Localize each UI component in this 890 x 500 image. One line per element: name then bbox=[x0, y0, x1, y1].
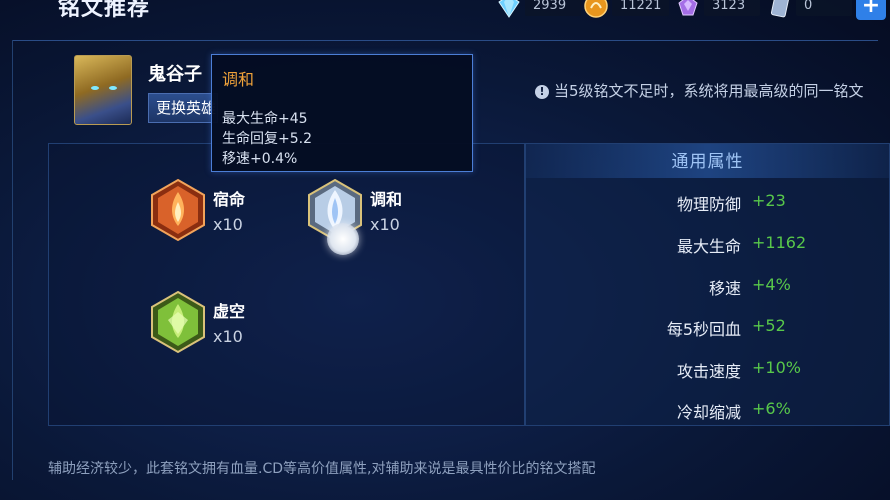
attribute-row: 攻击速度 +10% bbox=[526, 358, 889, 382]
touch-cursor bbox=[327, 223, 359, 255]
rune-name: 宿命 bbox=[213, 190, 246, 209]
attribute-value: +1162 bbox=[752, 233, 807, 252]
attribute-value: +6% bbox=[752, 399, 791, 418]
hero-avatar[interactable] bbox=[74, 55, 132, 125]
rune-list-panel bbox=[48, 143, 525, 426]
diamond-resource: 2939 bbox=[497, 0, 581, 18]
attribute-label: 物理防御 bbox=[676, 195, 741, 214]
attribute-label: 每5秒回血 bbox=[666, 320, 741, 339]
hero-name: 鬼谷子 bbox=[148, 64, 202, 85]
gem-count: 3123 bbox=[704, 0, 760, 16]
attribute-label: 攻击速度 bbox=[676, 362, 741, 381]
diamond-crystal-icon bbox=[498, 0, 520, 18]
attribute-label: 最大生命 bbox=[676, 237, 741, 256]
avatar-eye-left bbox=[91, 86, 99, 90]
fate-rune-icon bbox=[151, 178, 205, 242]
attributes-header: 通用属性 bbox=[526, 144, 889, 178]
frame-left-border bbox=[12, 40, 13, 480]
rune-name: 调和 bbox=[370, 190, 403, 209]
rune-name: 虚空 bbox=[213, 302, 246, 321]
info-icon: ! bbox=[535, 85, 549, 99]
attribute-row: 最大生命 +1162 bbox=[526, 233, 889, 257]
diamond-count: 2939 bbox=[525, 0, 581, 16]
coin-count: 11221 bbox=[612, 0, 670, 16]
gem-resource: 3123 bbox=[676, 0, 760, 18]
attribute-row: 移速 +4% bbox=[526, 275, 889, 299]
notice-text: ! 当5级铭文不足时，系统将用最高级的同一铭文 bbox=[535, 80, 864, 101]
coin-resource: 11221 bbox=[584, 0, 670, 18]
footer-description: 辅助经济较少，此套铭文拥有血量.CD等高价值属性,对辅助来说是最具性价比的铭文搭… bbox=[48, 461, 596, 477]
coin-icon bbox=[584, 0, 608, 18]
rune-count: x10 bbox=[213, 215, 243, 234]
top-bar: 铭文推荐 2939 11221 3123 0 + bbox=[0, 0, 890, 22]
purple-gem-icon bbox=[678, 0, 698, 16]
rune-count: x10 bbox=[213, 327, 243, 346]
silver-card-icon bbox=[770, 0, 790, 18]
attribute-row: 冷却缩减 +6% bbox=[526, 399, 889, 423]
tooltip-line: 最大生命+45 bbox=[222, 111, 308, 127]
avatar-eye-right bbox=[109, 86, 117, 90]
tooltip-title: 调和 bbox=[222, 70, 255, 89]
attribute-value: +10% bbox=[752, 358, 801, 377]
frame-divider bbox=[12, 40, 878, 41]
attribute-row: 每5秒回血 +52 bbox=[526, 316, 889, 340]
card-count: 0 bbox=[796, 0, 852, 16]
attribute-value: +23 bbox=[752, 191, 786, 210]
card-resource: 0 bbox=[768, 0, 852, 18]
void-rune-icon bbox=[151, 290, 205, 354]
add-resource-button[interactable]: + bbox=[856, 0, 886, 20]
attribute-value: +52 bbox=[752, 316, 786, 335]
attribute-label: 冷却缩减 bbox=[676, 403, 741, 422]
attributes-panel: 通用属性 物理防御 +23 最大生命 +1162 移速 +4% 每5秒回血 +5… bbox=[525, 143, 890, 426]
attribute-value: +4% bbox=[752, 275, 791, 294]
page-title: 铭文推荐 bbox=[58, 0, 151, 21]
rune-tooltip: 调和 最大生命+45 生命回复+5.2 移速+0.4% bbox=[211, 54, 473, 172]
switch-hero-button[interactable]: 更换英雄 bbox=[148, 93, 218, 123]
notice-message: 当5级铭文不足时，系统将用最高级的同一铭文 bbox=[554, 82, 864, 100]
rune-count: x10 bbox=[370, 215, 400, 234]
attribute-label: 移速 bbox=[708, 279, 741, 298]
tooltip-line: 生命回复+5.2 bbox=[222, 131, 312, 147]
tooltip-line: 移速+0.4% bbox=[222, 151, 298, 167]
attribute-row: 物理防御 +23 bbox=[526, 191, 889, 215]
